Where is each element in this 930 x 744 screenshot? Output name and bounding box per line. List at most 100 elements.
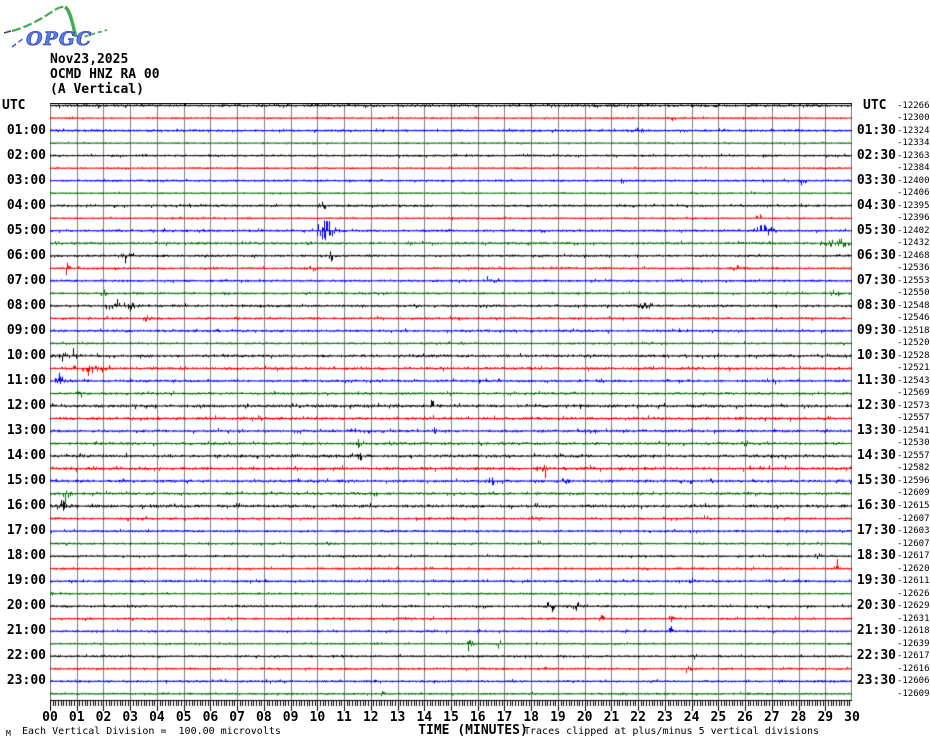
row-bias-value: -12617 xyxy=(897,651,930,662)
row-bias-value: -12603 xyxy=(897,526,930,537)
row-bias-value: -12631 xyxy=(897,613,930,624)
right-end-label: 17:30 xyxy=(856,523,896,539)
row-bias-value: -12528 xyxy=(897,350,930,361)
title-date: Nov23,2025 xyxy=(50,52,129,67)
left-hour-label: 14:00 xyxy=(6,447,46,463)
right-end-label: 05:30 xyxy=(856,222,896,238)
logo-slash xyxy=(11,37,25,48)
row-bias-value: -12363 xyxy=(897,150,930,161)
row-bias-value: -12468 xyxy=(897,250,930,261)
row-bias-value: -12266 xyxy=(897,100,930,111)
row-bias-value: -12557 xyxy=(897,450,930,461)
footer-scale-note: Each Vertical Division = 100.00 microvol… xyxy=(22,726,281,737)
row-bias-value: -12553 xyxy=(897,275,930,286)
left-hour-label: 18:00 xyxy=(6,548,46,564)
row-bias-value: -12620 xyxy=(897,563,930,574)
right-end-label: 06:30 xyxy=(856,247,896,263)
minute-axis-label: 30 xyxy=(844,710,860,725)
right-end-label: 23:30 xyxy=(856,673,896,689)
left-hour-label: 15:00 xyxy=(6,472,46,488)
right-end-label: 10:30 xyxy=(856,347,896,363)
right-end-label: 20:30 xyxy=(856,598,896,614)
row-bias-value: -12400 xyxy=(897,175,930,186)
row-bias-value: -12596 xyxy=(897,475,930,486)
opgc-logo: OPGC xyxy=(4,5,108,50)
row-bias-value: -12609 xyxy=(897,488,930,499)
row-bias-value: -12518 xyxy=(897,325,930,336)
minute-axis-label: 06 xyxy=(202,710,219,725)
left-hour-label: 02:00 xyxy=(6,147,46,163)
right-end-label: 18:30 xyxy=(856,548,896,564)
left-hour-label: 22:00 xyxy=(6,648,46,664)
right-end-label: 02:30 xyxy=(856,147,896,163)
right-end-label: 13:30 xyxy=(856,422,896,438)
minute-axis-label: 26 xyxy=(737,710,753,725)
row-bias-value: -12616 xyxy=(897,663,930,674)
row-bias-value: -12617 xyxy=(897,551,930,562)
right-end-label: 15:30 xyxy=(856,472,896,488)
row-bias-value: -12550 xyxy=(897,288,930,299)
row-bias-value: -12569 xyxy=(897,388,930,399)
utc-label-right: UTC xyxy=(863,98,887,113)
minute-axis-label: 28 xyxy=(790,710,807,725)
left-hour-label: 17:00 xyxy=(6,523,46,539)
footer-tiny-m: M xyxy=(6,729,11,738)
row-bias-value: -12618 xyxy=(897,626,930,637)
minute-axis-label: 04 xyxy=(149,710,165,725)
left-hour-label: 09:00 xyxy=(6,322,46,338)
title-component: (A Vertical) xyxy=(50,82,144,97)
right-end-label: 08:30 xyxy=(856,297,896,313)
row-bias-value: -12611 xyxy=(897,576,930,587)
row-bias-value: -12541 xyxy=(897,425,930,436)
left-hour-label: 11:00 xyxy=(6,372,46,388)
row-bias-value: -12395 xyxy=(897,200,930,211)
right-end-label: 12:30 xyxy=(856,397,896,413)
right-end-label: 16:30 xyxy=(856,498,896,513)
left-hour-label: 06:00 xyxy=(6,247,46,263)
minute-axis-label: 05 xyxy=(175,710,192,725)
minute-axis-label: 27 xyxy=(763,710,780,725)
row-bias-value: -12406 xyxy=(897,188,930,199)
right-end-label: 14:30 xyxy=(856,447,896,463)
row-bias-value: -12629 xyxy=(897,601,930,612)
left-hour-label: 01:00 xyxy=(6,122,46,138)
row-bias-value: -12324 xyxy=(897,125,930,136)
row-bias-value: -12546 xyxy=(897,313,930,324)
row-bias-value: -12606 xyxy=(897,676,930,687)
right-end-label: 19:30 xyxy=(856,573,896,589)
right-end-label: 21:30 xyxy=(856,623,896,639)
helicorder-traces xyxy=(50,103,852,718)
utc-label-left: UTC xyxy=(2,98,26,113)
row-bias-value: -12573 xyxy=(897,400,930,411)
left-hour-label: 10:00 xyxy=(6,347,46,363)
minute-axis-label: 29 xyxy=(817,710,834,725)
left-hour-label: 08:00 xyxy=(6,297,46,313)
logo-text: OPGC xyxy=(26,28,92,50)
right-end-label: 01:30 xyxy=(856,122,896,138)
row-bias-value: -12609 xyxy=(897,688,930,699)
left-hour-label: 13:00 xyxy=(6,422,46,438)
row-bias-value: -12521 xyxy=(897,363,930,374)
right-end-label: 22:30 xyxy=(856,648,896,664)
left-hour-label: 04:00 xyxy=(6,197,46,213)
title-station: OCMD HNZ RA 00 xyxy=(50,67,160,82)
row-bias-value: -12607 xyxy=(897,513,930,524)
minute-axis-label: 00 xyxy=(42,710,58,725)
row-bias-value: -12639 xyxy=(897,638,930,649)
row-bias-value: -12402 xyxy=(897,225,930,236)
row-bias-value: -12543 xyxy=(897,375,930,386)
row-bias-value: -12530 xyxy=(897,438,930,449)
row-bias-value: -12557 xyxy=(897,413,930,424)
row-bias-value: -12300 xyxy=(897,113,930,124)
minute-axis-label: 03 xyxy=(122,710,139,725)
right-end-label: 09:30 xyxy=(856,322,896,338)
row-bias-value: -12396 xyxy=(897,213,930,224)
left-hour-label: 12:00 xyxy=(6,397,46,413)
minute-axis-label: 25 xyxy=(710,710,727,725)
minute-axis-label: 07 xyxy=(229,710,245,725)
left-hour-label: 07:00 xyxy=(6,272,46,288)
footer-clip-note: Traces clipped at plus/minus 5 vertical … xyxy=(524,726,820,737)
left-hour-label: 16:00 xyxy=(6,498,46,513)
row-bias-value: -12334 xyxy=(897,138,930,149)
minute-axis-label: 02 xyxy=(95,710,112,725)
